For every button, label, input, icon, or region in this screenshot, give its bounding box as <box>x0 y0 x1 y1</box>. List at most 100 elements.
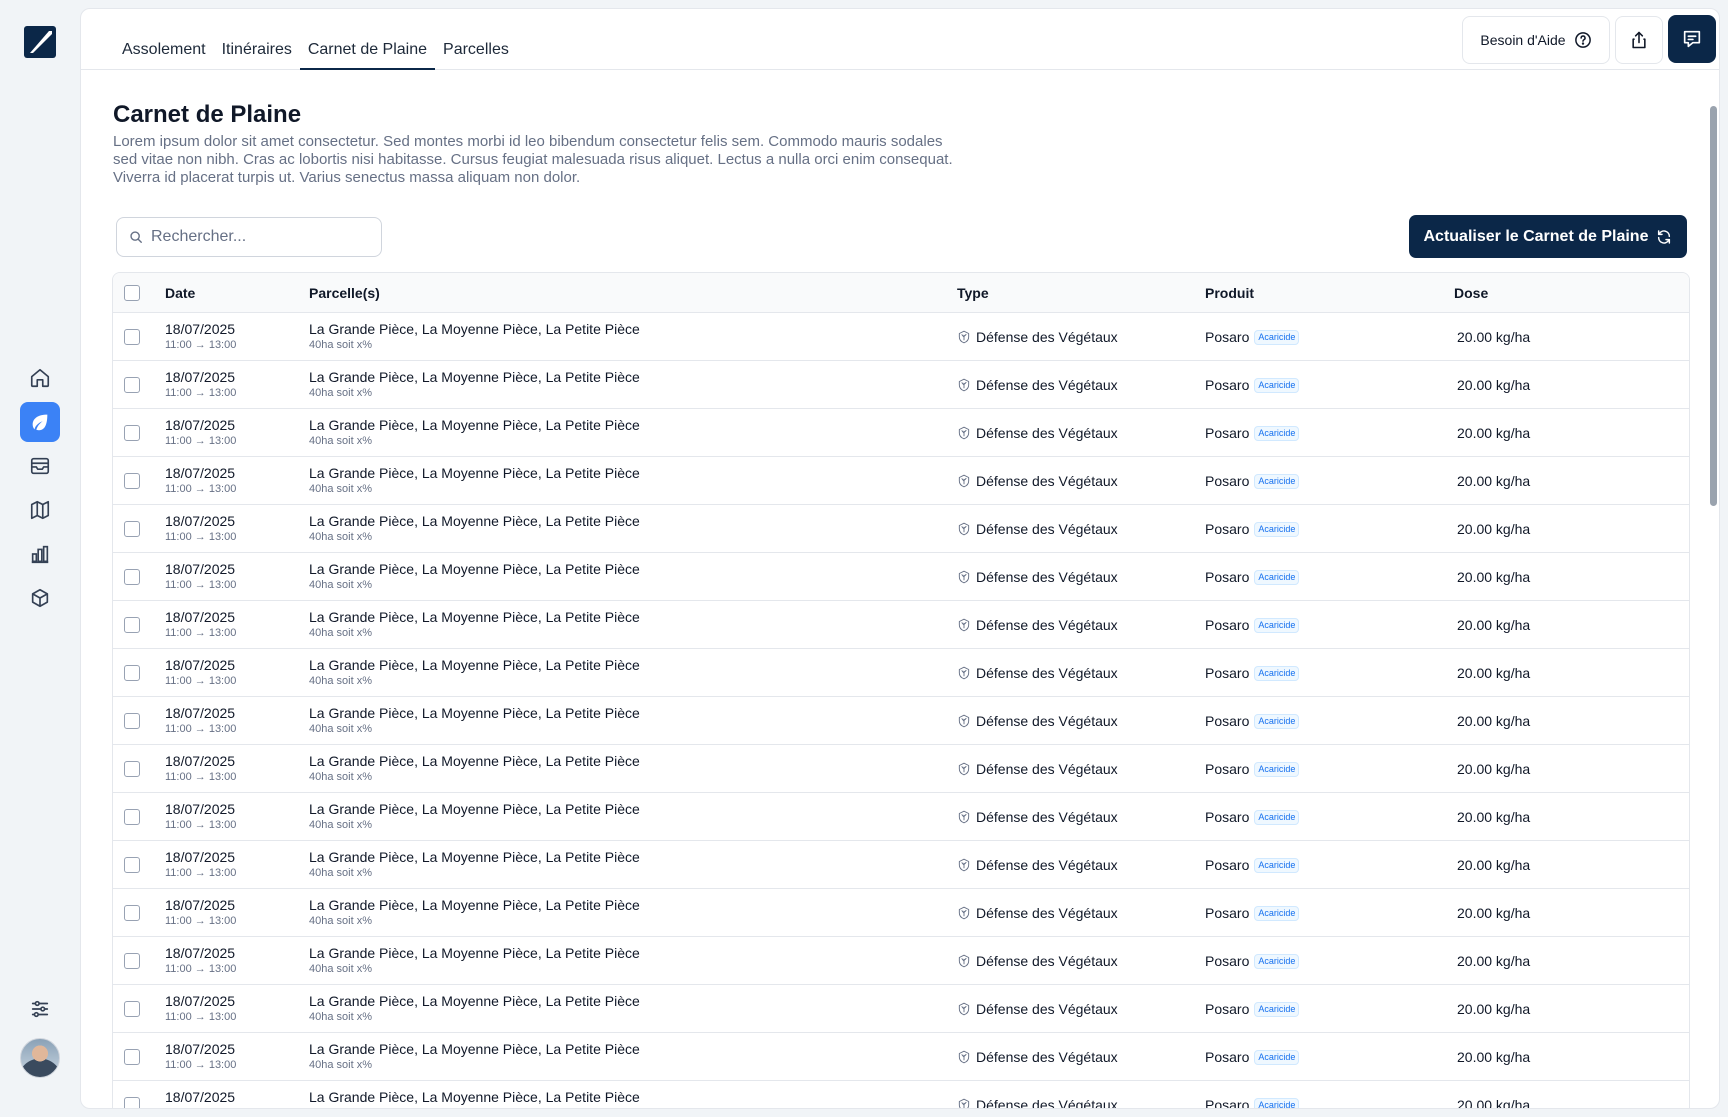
row-dose: 20.00 kg/ha <box>1457 905 1531 921</box>
row-checkbox[interactable] <box>124 905 140 921</box>
tab-itineraires[interactable]: Itinéraires <box>214 31 300 70</box>
row-dose: 20.00 kg/ha <box>1457 1049 1531 1065</box>
row-date: 18/07/2025 <box>165 417 236 433</box>
sliders-icon[interactable] <box>20 989 60 1029</box>
table-row[interactable]: 18/07/2025 11:00 → 13:00 La Grande Pièce, … <box>113 313 1689 361</box>
row-surface: 40ha soit x% <box>309 771 372 783</box>
product-category-badge: Acaricide <box>1254 569 1300 585</box>
row-type: Défense des Végétaux <box>957 1097 1118 1108</box>
product-category-badge: Acaricide <box>1254 425 1300 441</box>
table-row[interactable]: 18/07/2025 11:00 → 13:00 La Grande Pièce, … <box>113 409 1689 457</box>
row-checkbox[interactable] <box>124 761 140 777</box>
plant-protection-icon <box>958 1050 970 1064</box>
table-row[interactable]: 18/07/2025 11:00 → 13:00 La Grande Pièce, … <box>113 841 1689 889</box>
plant-protection-icon <box>958 954 970 968</box>
row-produit: Posaro Acaricide <box>1205 617 1300 633</box>
product-category-badge: Acaricide <box>1254 1049 1300 1065</box>
bar-chart-icon[interactable] <box>20 534 60 574</box>
share-button[interactable] <box>1615 16 1663 64</box>
row-checkbox[interactable] <box>124 1097 140 1108</box>
table-row[interactable]: 18/07/2025 11:00 → 13:00 La Grande Pièce, … <box>113 457 1689 505</box>
table-row[interactable]: 18/07/2025 11:00 → 13:00 La Grande Pièce, … <box>113 361 1689 409</box>
row-checkbox[interactable] <box>124 1001 140 1017</box>
row-type-label: Défense des Végétaux <box>976 857 1118 873</box>
product-category-badge: Acaricide <box>1254 473 1300 489</box>
plant-protection-icon <box>958 666 970 680</box>
table-row[interactable]: 18/07/2025 11:00 → 13:00 La Grande Pièce, … <box>113 937 1689 985</box>
row-checkbox[interactable] <box>124 953 140 969</box>
row-checkbox[interactable] <box>124 713 140 729</box>
chat-button[interactable] <box>1668 15 1716 63</box>
row-type: Défense des Végétaux <box>957 617 1118 633</box>
row-produit: Posaro Acaricide <box>1205 665 1300 681</box>
help-button[interactable]: Besoin d'Aide <box>1462 16 1610 64</box>
table-row[interactable]: 18/07/2025 11:00 → 13:00 La Grande Pièce, … <box>113 745 1689 793</box>
row-checkbox[interactable] <box>124 617 140 633</box>
user-avatar[interactable] <box>20 1038 60 1078</box>
row-checkbox[interactable] <box>124 521 140 537</box>
table-row[interactable]: 18/07/2025 11:00 → 13:00 La Grande Pièce, … <box>113 985 1689 1033</box>
box-icon[interactable] <box>20 578 60 618</box>
row-type: Défense des Végétaux <box>957 473 1118 489</box>
table-row[interactable]: 18/07/2025 11:00 → 13:00 La Grande Pièce, … <box>113 697 1689 745</box>
leaf-icon[interactable] <box>20 402 60 442</box>
column-header-dose[interactable]: Dose <box>1454 285 1488 301</box>
row-time: 11:00 → 13:00 <box>165 1107 236 1108</box>
row-dose: 20.00 kg/ha <box>1457 617 1531 633</box>
row-surface: 40ha soit x% <box>309 435 372 447</box>
tab-carnet-de-plaine[interactable]: Carnet de Plaine <box>299 31 436 70</box>
table-row[interactable]: 18/07/2025 11:00 → 13:00 La Grande Pièce, … <box>113 793 1689 841</box>
table-row[interactable]: 18/07/2025 11:00 → 13:00 La Grande Pièce, … <box>113 1081 1689 1109</box>
row-surface: 40ha soit x% <box>309 579 372 591</box>
row-parcelles: La Grande Pièce, La Moyenne Pièce, La Pe… <box>309 945 640 961</box>
plant-protection-icon <box>958 330 970 344</box>
row-date: 18/07/2025 <box>165 849 236 865</box>
row-type: Défense des Végétaux <box>957 953 1118 969</box>
row-dose: 20.00 kg/ha <box>1457 1097 1531 1109</box>
row-produit: Posaro Acaricide <box>1205 1001 1300 1017</box>
scrollbar-thumb[interactable] <box>1710 106 1717 506</box>
column-header-type[interactable]: Type <box>957 285 989 301</box>
map-icon[interactable] <box>20 490 60 530</box>
row-produit-label: Posaro <box>1205 521 1250 537</box>
row-checkbox[interactable] <box>124 809 140 825</box>
search-input[interactable] <box>151 228 371 246</box>
refresh-carnet-button[interactable]: Actualiser le Carnet de Plaine <box>1409 215 1687 258</box>
row-checkbox[interactable] <box>124 473 140 489</box>
row-produit: Posaro Acaricide <box>1205 905 1300 921</box>
table-row[interactable]: 18/07/2025 11:00 → 13:00 La Grande Pièce, … <box>113 889 1689 937</box>
plant-protection-icon <box>958 762 970 776</box>
table-row[interactable]: 18/07/2025 11:00 → 13:00 La Grande Pièce, … <box>113 649 1689 697</box>
row-checkbox[interactable] <box>124 329 140 345</box>
table-row[interactable]: 18/07/2025 11:00 → 13:00 La Grande Pièce, … <box>113 1033 1689 1081</box>
row-checkbox[interactable] <box>124 857 140 873</box>
inbox-icon[interactable] <box>20 446 60 486</box>
column-header-date[interactable]: Date <box>165 285 195 301</box>
column-header-produit[interactable]: Produit <box>1205 285 1254 301</box>
row-produit-label: Posaro <box>1205 1049 1250 1065</box>
app-logo[interactable] <box>24 26 56 58</box>
column-header-parcelles[interactable]: Parcelle(s) <box>309 285 380 301</box>
row-parcelles: La Grande Pièce, La Moyenne Pièce, La Pe… <box>309 849 640 865</box>
row-dose: 20.00 kg/ha <box>1457 713 1531 729</box>
row-time: 11:00 → 13:00 <box>165 675 237 687</box>
row-time: 11:00 → 13:00 <box>165 387 237 399</box>
select-all-checkbox[interactable] <box>124 285 140 301</box>
row-checkbox[interactable] <box>124 665 140 681</box>
row-date: 18/07/2025 <box>165 321 236 337</box>
row-date: 18/07/2025 <box>165 369 236 385</box>
row-checkbox[interactable] <box>124 1049 140 1065</box>
row-type-label: Défense des Végétaux <box>976 905 1118 921</box>
row-checkbox[interactable] <box>124 377 140 393</box>
table-row[interactable]: 18/07/2025 11:00 → 13:00 La Grande Pièce, … <box>113 553 1689 601</box>
table-row[interactable]: 18/07/2025 11:00 → 13:00 La Grande Pièce, … <box>113 601 1689 649</box>
tab-assolement[interactable]: Assolement <box>114 31 214 70</box>
tab-parcelles[interactable]: Parcelles <box>435 31 517 70</box>
row-checkbox[interactable] <box>124 425 140 441</box>
table-row[interactable]: 18/07/2025 11:00 → 13:00 La Grande Pièce, … <box>113 505 1689 553</box>
row-checkbox[interactable] <box>124 569 140 585</box>
row-type-label: Défense des Végétaux <box>976 1001 1118 1017</box>
home-icon[interactable] <box>20 358 60 398</box>
row-type: Défense des Végétaux <box>957 425 1118 441</box>
row-time: 11:00 → 13:00 <box>165 531 237 543</box>
